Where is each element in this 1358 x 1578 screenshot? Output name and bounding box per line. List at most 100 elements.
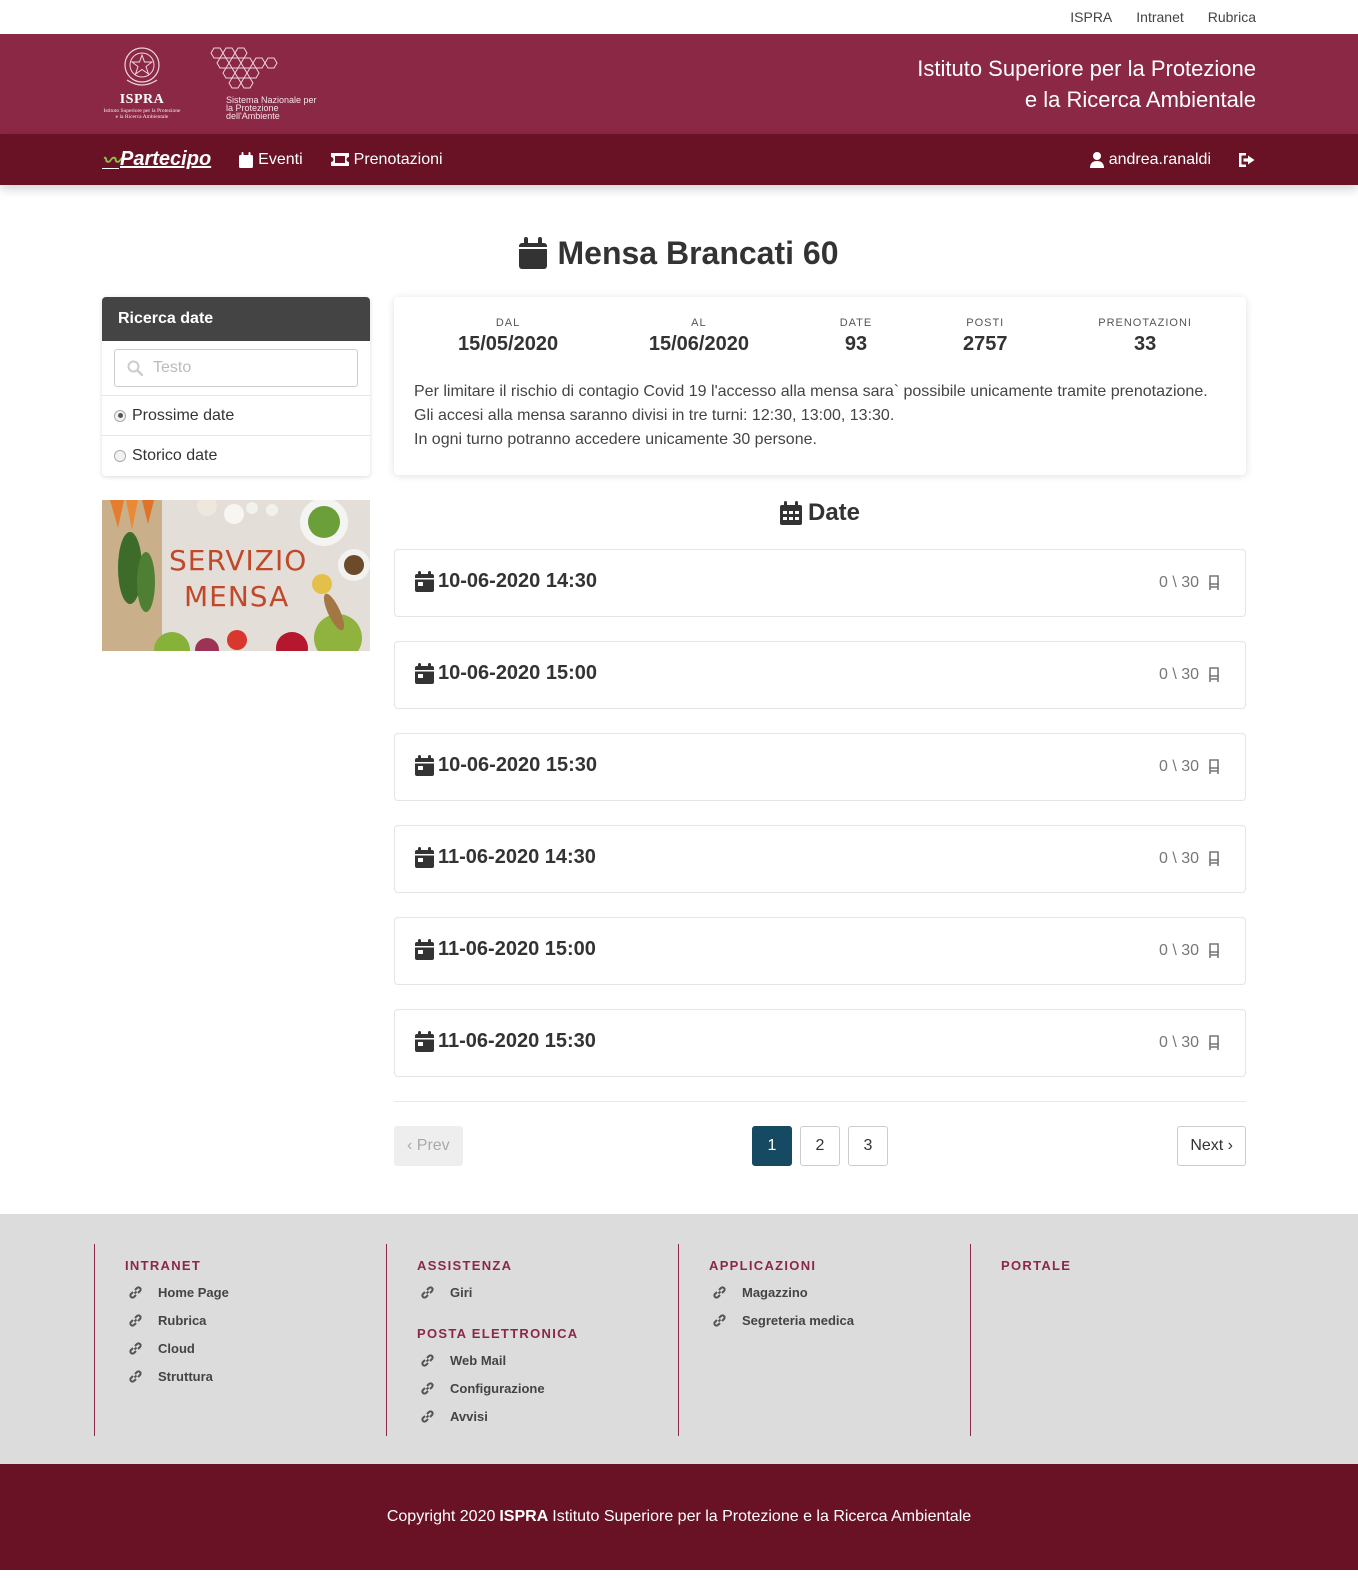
date-row-seats: 0 \ 30 [1158,574,1199,591]
radio-storico-date[interactable]: Storico date [102,436,370,476]
radio-prossime-date[interactable]: Prossime date [102,396,370,436]
link-icon [421,1353,434,1367]
stat-posti-value: 2757 [963,333,1008,355]
search-dates-title: Ricerca date [102,297,370,341]
search-input[interactable] [153,359,333,377]
footer-link-segreteria-medica[interactable]: Segreteria medica [709,1306,970,1334]
servizio-mensa-image: SERVIZIO MENSA [102,500,370,651]
ispra-logo-text: ISPRA [119,92,165,107]
page-2-button[interactable]: 2 [800,1126,840,1166]
event-description-line: In ogni turno potranno accedere unicamen… [414,431,817,448]
pagination: ‹ Prev 1 2 3 Next › [394,1101,1246,1166]
link-icon [713,1313,726,1327]
footer-col-portale: PORTALE [970,1244,1262,1436]
link-icon [129,1369,142,1383]
link-icon [129,1285,142,1299]
main-navbar: 〰 Partecipo Eventi Prenotazioni andrea.r… [0,134,1358,185]
stat-prenotazioni-value: 33 [1133,333,1157,355]
stat-date-value: 93 [844,333,868,355]
nav-eventi-label: Eventi [258,150,303,168]
footer-link-magazzino[interactable]: Magazzino [709,1278,970,1306]
chair-icon [1209,943,1219,958]
footer-link-home-page[interactable]: Home Page [125,1278,386,1306]
stat-posti-label: POSTI [966,317,1005,329]
nav-prenotazioni-label: Prenotazioni [353,150,443,168]
calendar-icon [415,846,434,868]
page-3-button[interactable]: 3 [848,1126,888,1166]
link-icon [421,1285,434,1299]
footer-link-label: Struttura [158,1368,213,1384]
date-row[interactable]: 10-06-2020 14:30 0 \ 30 [394,549,1246,617]
logout-button[interactable] [1239,152,1256,167]
user-icon [1089,151,1104,168]
topbar-link-ispra[interactable]: ISPRA [1070,9,1112,25]
next-page-button[interactable]: Next › [1177,1126,1246,1166]
footer-link-label: Giri [450,1284,473,1300]
date-row[interactable]: 11-06-2020 15:30 0 \ 30 [394,1009,1246,1077]
date-row-datetime: 10-06-2020 15:00 [438,661,598,684]
footer-link-configurazione[interactable]: Configurazione [417,1374,678,1402]
page-1-button[interactable]: 1 [752,1126,792,1166]
calendar-icon [239,151,254,168]
calendar-icon [415,662,434,684]
radio-prossime-label: Prossime date [132,406,235,424]
chair-icon [1209,575,1219,590]
snpa-logo[interactable]: Sistema Nazionale per la Protezione dell… [204,44,324,124]
link-icon [421,1381,434,1395]
link-icon [713,1285,726,1299]
stat-prenotazioni-label: PRENOTAZIONI [1098,317,1192,329]
footer-link-label: Rubrica [158,1312,207,1328]
chair-icon [1209,1035,1219,1050]
ispra-logo[interactable]: ISPRA Istituto Superiore per la Protezio… [102,44,182,124]
stat-dal-value: 15/05/2020 [458,333,559,355]
radio-button-selected[interactable] [114,409,126,422]
copyright-brand: ISPRA [499,1508,549,1525]
footer-link-rubrica[interactable]: Rubrica [125,1306,386,1334]
logout-icon [1239,152,1255,167]
image-text-servizio: SERVIZIO [169,544,308,577]
date-row[interactable]: 10-06-2020 15:30 0 \ 30 [394,733,1246,801]
calendar-grid-icon [779,501,802,525]
link-icon [129,1313,142,1327]
sidebar: Ricerca date Prossime date Storico date [102,297,370,1166]
footer-link-avvisi[interactable]: Avvisi [417,1402,678,1430]
date-row[interactable]: 11-06-2020 15:00 0 \ 30 [394,917,1246,985]
date-row[interactable]: 11-06-2020 14:30 0 \ 30 [394,825,1246,893]
event-description-line: Per limitare il rischio di contagio Covi… [414,383,1208,400]
main-content: DAL 15/05/2020 AL 15/06/2020 DATE 93 POS… [394,297,1246,1166]
radio-storico-label: Storico date [132,447,218,464]
emblem-icon [124,47,160,86]
nav-eventi[interactable]: Eventi [239,150,303,169]
date-row[interactable]: 10-06-2020 15:00 0 \ 30 [394,641,1246,709]
chair-icon [1209,851,1219,866]
site-header: ISPRA Istituto Superiore per la Protezio… [0,34,1358,134]
brand-partecipo[interactable]: 〰 Partecipo [102,146,211,173]
footer-col-assistenza: ASSISTENZA Giri POSTA ELETTRONICA Web Ma… [386,1244,678,1436]
institute-title: Istituto Superiore per la Protezione e l… [917,53,1256,115]
institute-title-line2: e la Ricerca Ambientale [1024,87,1256,112]
page-title: Mensa Brancati 60 [102,233,1256,273]
nav-user[interactable]: andrea.ranaldi [1089,151,1211,169]
footer-link-label: Cloud [158,1340,195,1356]
topbar-link-rubrica[interactable]: Rubrica [1208,9,1256,25]
prev-page-button[interactable]: ‹ Prev [394,1126,463,1166]
footer-link-web-mail[interactable]: Web Mail [417,1346,678,1374]
footer: INTRANET Home Page Rubrica Cloud Struttu… [0,1214,1358,1464]
footer-link-cloud[interactable]: Cloud [125,1334,386,1362]
event-info-card: DAL 15/05/2020 AL 15/06/2020 DATE 93 POS… [394,297,1246,475]
footer-link-struttura[interactable]: Struttura [125,1362,386,1390]
stat-al-label: AL [691,317,707,329]
topbar-link-intranet[interactable]: Intranet [1136,9,1183,25]
radio-button[interactable] [114,450,126,462]
stat-date-label: DATE [839,317,873,329]
calendar-icon [415,754,434,776]
stat-al-value: 15/06/2020 [648,333,749,355]
dates-section-title-text: Date [807,499,861,526]
search-field[interactable] [114,349,358,387]
date-row-seats: 0 \ 30 [1158,758,1199,775]
footer-link-giri[interactable]: Giri [417,1278,678,1306]
date-row-seats: 0 \ 30 [1158,666,1199,683]
nav-prenotazioni[interactable]: Prenotazioni [330,150,443,169]
date-row-datetime: 10-06-2020 15:30 [438,753,598,776]
stat-dal-label: DAL [495,317,521,329]
